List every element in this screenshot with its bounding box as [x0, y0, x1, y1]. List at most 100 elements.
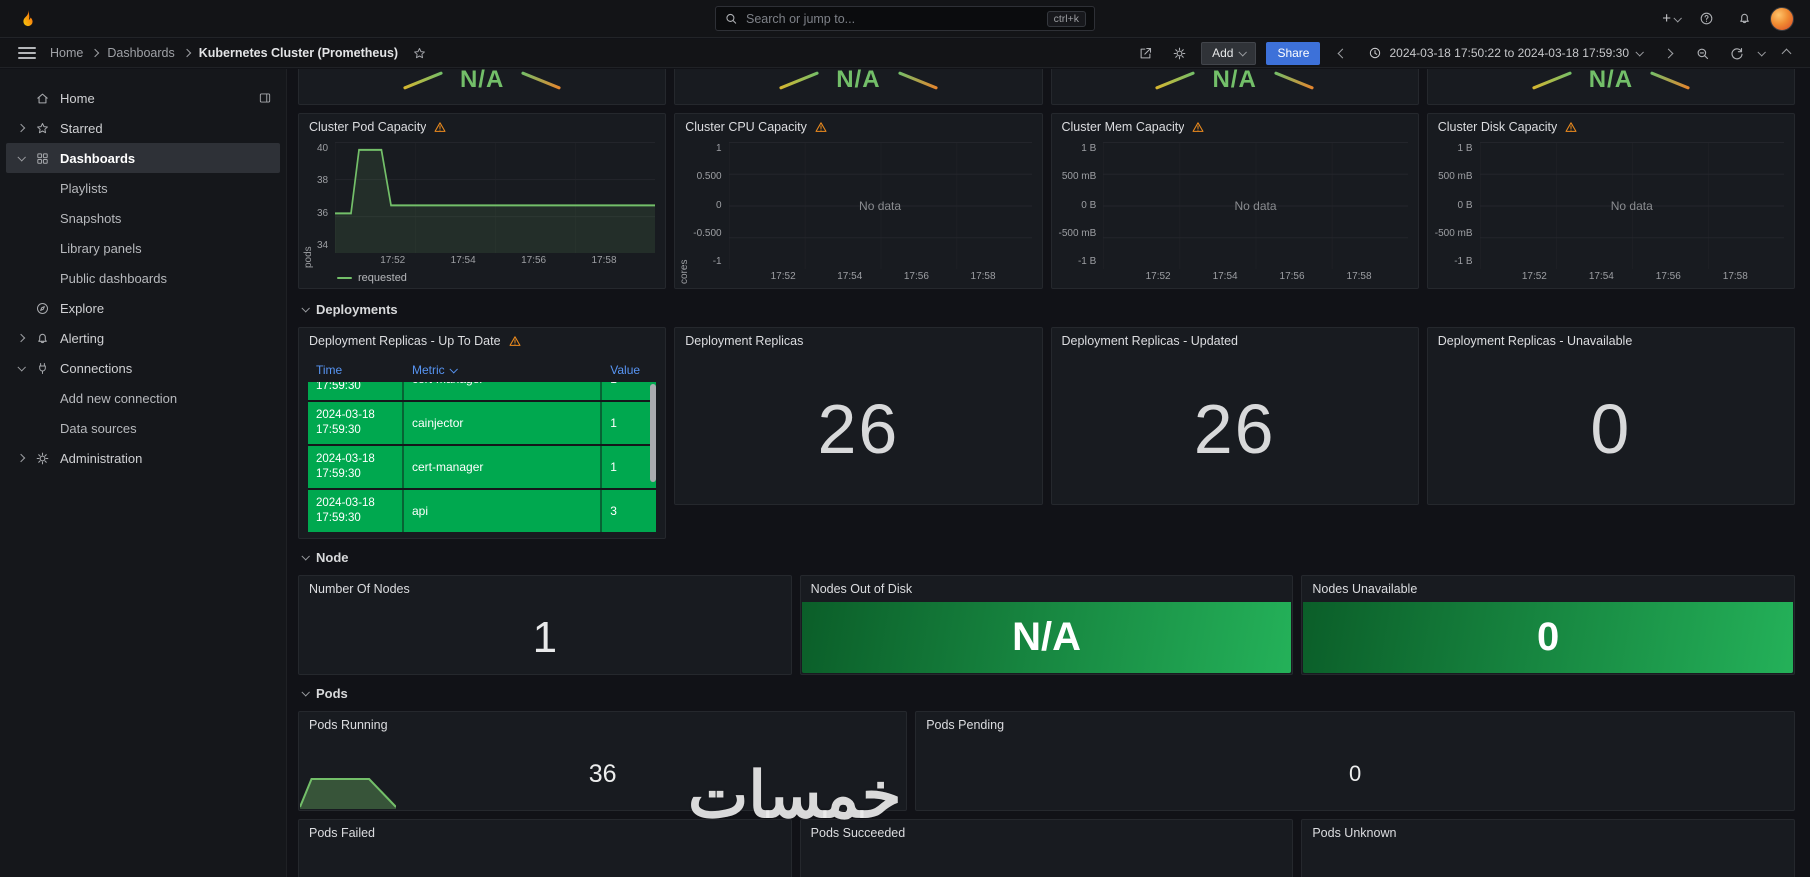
- stat-value: N/A: [1588, 69, 1634, 93]
- sidebar-item-public-dashboards[interactable]: Public dashboards: [6, 263, 280, 293]
- sidebar-item-label: Explore: [60, 300, 105, 316]
- panel-title[interactable]: Pods Running: [309, 718, 388, 732]
- warning-icon[interactable]: [1191, 120, 1205, 134]
- search-input[interactable]: Search or jump to... ctrl+k: [715, 6, 1095, 31]
- panel-pods-failed: Pods Failed: [298, 819, 792, 877]
- chevron-right-icon: [16, 453, 26, 463]
- grafana-logo-icon[interactable]: [16, 7, 40, 31]
- chart-plot-area[interactable]: [335, 142, 656, 253]
- chart-plot-area[interactable]: No data: [1103, 142, 1408, 269]
- breadcrumb-home[interactable]: Home: [50, 46, 83, 60]
- panel-title[interactable]: Cluster Mem Capacity: [1062, 120, 1185, 134]
- section-header-node[interactable]: Node: [301, 545, 1795, 569]
- sidebar-item-administration[interactable]: Administration: [6, 443, 280, 473]
- breadcrumb-dashboards[interactable]: Dashboards: [107, 46, 174, 60]
- y-axis-ticks: 1 0.500 0 -0.500 -1: [693, 143, 722, 267]
- sidebar-item-connections[interactable]: Connections: [6, 353, 280, 383]
- notifications-bell-button[interactable]: [1732, 7, 1756, 31]
- favorite-star-icon[interactable]: [407, 41, 431, 65]
- sidebar-item-label: Connections: [60, 360, 133, 376]
- warning-icon[interactable]: [814, 120, 828, 134]
- y-axis-ticks: 1 B 500 mB 0 B -500 mB -1 B: [1058, 143, 1097, 267]
- sidebar-item-label: Administration: [60, 450, 143, 466]
- time-range-picker[interactable]: 2024-03-18 17:50:22 to 2024-03-18 17:59:…: [1364, 46, 1646, 60]
- sidebar-item-label: Playlists: [60, 180, 108, 196]
- sparkline-segment: [1531, 71, 1572, 90]
- panel-title[interactable]: Deployment Replicas - Updated: [1062, 334, 1238, 348]
- chevron-down-icon: [301, 552, 310, 561]
- stat-value: 26: [1193, 390, 1276, 468]
- collapse-toolbar-button[interactable]: [1774, 41, 1798, 65]
- panel-title[interactable]: Cluster CPU Capacity: [685, 120, 807, 134]
- column-header-time[interactable]: Time: [308, 363, 404, 377]
- panel-deployment-replicas-updated: Deployment Replicas - Updated 26: [1050, 327, 1419, 505]
- panel-title[interactable]: Deployment Replicas: [685, 334, 803, 348]
- sidebar-item-snapshots[interactable]: Snapshots: [6, 203, 280, 233]
- panel-pods-running: Pods Running 36: [298, 711, 908, 811]
- sidebar-item-library-panels[interactable]: Library panels: [6, 233, 280, 263]
- panel-title[interactable]: Deployment Replicas - Up To Date: [309, 334, 501, 348]
- sidebar-item-data-sources[interactable]: Data sources: [6, 413, 280, 443]
- dashboards-grid-icon: [35, 151, 60, 166]
- chart-plot-area[interactable]: No data: [1479, 142, 1784, 269]
- export-icon[interactable]: [1133, 41, 1157, 65]
- zoom-out-button[interactable]: [1690, 41, 1714, 65]
- panel-deployment-replicas-up-to-date: Deployment Replicas - Up To Date Time Me…: [298, 327, 667, 539]
- sidebar-item-explore[interactable]: Explore: [6, 293, 280, 323]
- panel-number-of-nodes: Number Of Nodes 1: [298, 575, 792, 675]
- sidebar-item-add-new-connection[interactable]: Add new connection: [6, 383, 280, 413]
- dashboard-settings-gear-icon[interactable]: [1167, 41, 1191, 65]
- panel-title[interactable]: Nodes Unavailable: [1312, 582, 1417, 596]
- dock-menu-icon[interactable]: [258, 91, 272, 105]
- panel-title[interactable]: Cluster Pod Capacity: [309, 120, 426, 134]
- time-back-button[interactable]: [1330, 41, 1354, 65]
- panel-title[interactable]: Nodes Out of Disk: [811, 582, 912, 596]
- panel-title[interactable]: Pods Pending: [926, 718, 1004, 732]
- legend-item-requested[interactable]: requested: [299, 270, 665, 286]
- refresh-interval-dropdown[interactable]: [1757, 48, 1766, 57]
- sidebar-item-alerting[interactable]: Alerting: [6, 323, 280, 353]
- panel-title[interactable]: Cluster Disk Capacity: [1438, 120, 1557, 134]
- dashboard-canvas: N/A N/A N/A N/A Cluster Pod Capacity pod…: [288, 69, 1810, 877]
- panel-title[interactable]: Pods Failed: [309, 826, 375, 840]
- chevron-down-icon: [1635, 48, 1644, 57]
- sidebar-item-playlists[interactable]: Playlists: [6, 173, 280, 203]
- warning-icon[interactable]: [508, 334, 522, 348]
- sidebar-item-dashboards[interactable]: Dashboards: [6, 143, 280, 173]
- y-axis-ticks: 1 B 500 mB 0 B -500 mB -1 B: [1434, 143, 1473, 267]
- panel-cluster-disk-capacity: Cluster Disk Capacity 1 B 500 mB 0 B -500 m…: [1426, 113, 1795, 289]
- panel-title[interactable]: Pods Unknown: [1312, 826, 1396, 840]
- chart-plot-area[interactable]: No data: [728, 142, 1032, 269]
- add-button[interactable]: Add: [1201, 41, 1257, 65]
- time-forward-button[interactable]: [1656, 41, 1680, 65]
- section-header-pods[interactable]: Pods: [301, 681, 1795, 705]
- warning-icon[interactable]: [1564, 120, 1578, 134]
- refresh-button[interactable]: [1724, 41, 1748, 65]
- chevron-down-icon: [17, 153, 26, 162]
- stat-value: N/A: [459, 69, 505, 93]
- section-header-deployments[interactable]: Deployments: [301, 297, 1795, 321]
- capacity-row: Cluster Pod Capacity pods 40 38 36 34 17:52…: [298, 113, 1795, 289]
- column-header-value[interactable]: Value: [602, 363, 656, 377]
- table-scrollbar[interactable]: [650, 384, 657, 482]
- help-button[interactable]: [1694, 7, 1718, 31]
- stat-value: 1: [532, 613, 558, 662]
- share-button[interactable]: Share: [1266, 41, 1321, 65]
- sparkline-segment: [402, 71, 443, 90]
- breadcrumb: Home Dashboards Kubernetes Cluster (Prom…: [50, 41, 431, 65]
- table-row: 2024-03-18 17:59:30 cert-manager 1: [308, 382, 657, 402]
- share-button-label: Share: [1277, 46, 1310, 60]
- home-icon: [35, 91, 60, 106]
- sidebar-item-label: Add new connection: [60, 390, 178, 406]
- user-avatar[interactable]: [1770, 6, 1794, 31]
- column-header-metric[interactable]: Metric: [404, 363, 602, 377]
- panel-title[interactable]: Deployment Replicas - Unavailable: [1438, 334, 1633, 348]
- sidebar-item-starred[interactable]: Starred: [6, 113, 280, 143]
- sidebar-item-home[interactable]: Home: [6, 83, 280, 113]
- mega-menu-toggle[interactable]: [18, 47, 36, 59]
- stat-panel-na-3: N/A: [1050, 69, 1419, 105]
- new-menu-button[interactable]: +: [1662, 10, 1682, 27]
- panel-title[interactable]: Number Of Nodes: [309, 582, 410, 596]
- warning-icon[interactable]: [433, 120, 447, 134]
- panel-title[interactable]: Pods Succeeded: [811, 826, 906, 840]
